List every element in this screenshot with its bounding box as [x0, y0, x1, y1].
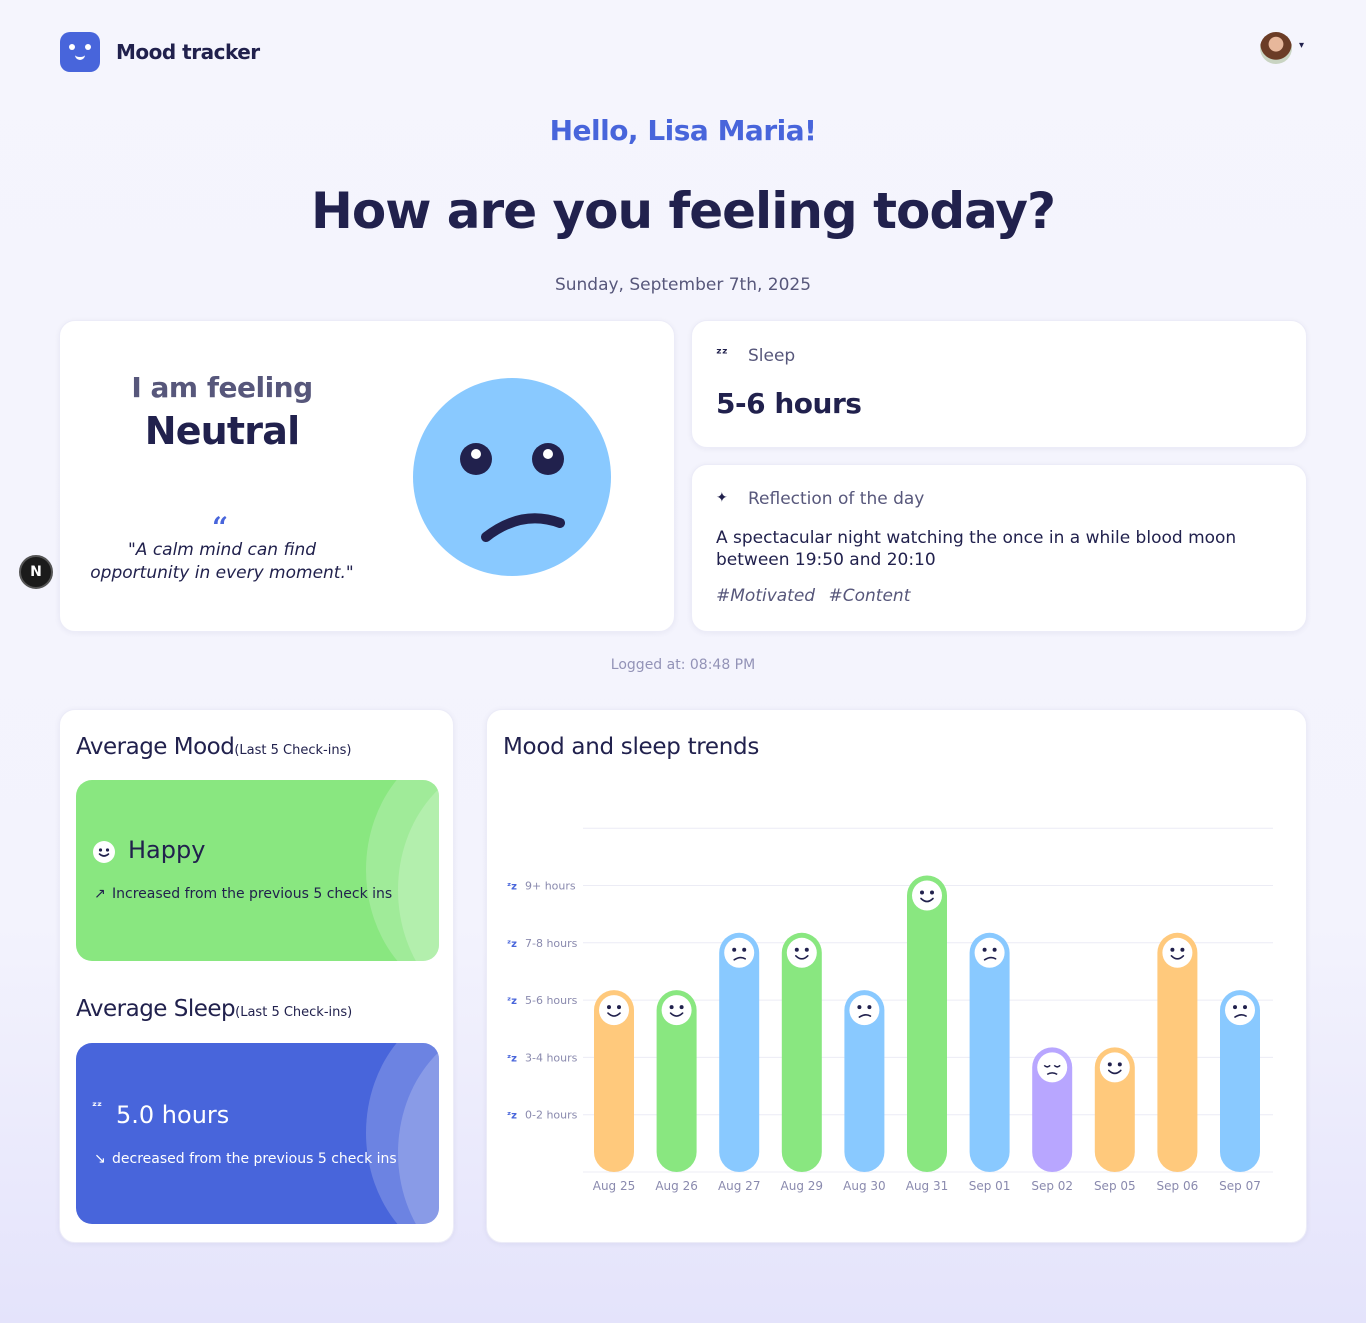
- face-eye: [679, 1005, 684, 1010]
- feeling-value: Neutral: [144, 409, 300, 453]
- average-mood-trend: ↗ Increased from the previous 5 check ins: [94, 886, 393, 902]
- y-tick-label: 9+ hours: [525, 880, 576, 893]
- app-title: Mood tracker: [116, 40, 260, 64]
- averages-card: Average Mood(Last 5 Check-ins) Happy ↗ In…: [59, 709, 454, 1243]
- bar-face-icon: [724, 937, 755, 968]
- tag: #Content: [828, 586, 911, 606]
- arrow-down-right-icon: ↘: [94, 1151, 106, 1167]
- tag: #Motivated: [716, 586, 816, 606]
- app-logo-icon[interactable]: [60, 32, 100, 72]
- face-eye: [1243, 1005, 1247, 1010]
- feeling-label: I am feeling: [131, 371, 313, 404]
- bar-face-icon: [661, 995, 692, 1026]
- bar-face-icon: [599, 995, 629, 1026]
- sleep-card: ᶻᶻ Sleep 5-6 hours: [691, 320, 1307, 448]
- x-tick-label: Aug 27: [718, 1179, 761, 1193]
- x-tick-label: Sep 01: [969, 1179, 1011, 1193]
- average-mood-value: Happy: [128, 836, 206, 864]
- y-axis-sleep-icon: ᶻz: [507, 1111, 517, 1122]
- bar-face-icon: [1162, 937, 1193, 968]
- sleep-icon: ᶻᶻ: [716, 346, 728, 362]
- bar-face-icon: [1225, 995, 1255, 1026]
- x-tick-label: Aug 29: [781, 1179, 824, 1193]
- face-eye: [920, 890, 924, 895]
- y-tick-label: 0-2 hours: [525, 1109, 578, 1122]
- x-tick-label: Aug 30: [843, 1179, 886, 1193]
- today-mood-card: I am feeling Neutral “ "A calm mind can …: [59, 320, 675, 632]
- face-eye: [1107, 1062, 1112, 1067]
- mood-sleep-trend-card: Mood and sleep trends ᶻz 0-2 hours ᶻz 3-4 h…: [486, 709, 1307, 1243]
- sleep-bar: [907, 875, 947, 1172]
- bar-face-icon: [1099, 1052, 1130, 1083]
- y-axis-sleep-icon: ᶻz: [507, 939, 517, 950]
- average-mood-box: Happy ↗ Increased from the previous 5 che…: [76, 780, 439, 961]
- face-eye: [742, 947, 747, 952]
- face-eye: [867, 1005, 872, 1010]
- x-tick-label: Aug 26: [655, 1179, 698, 1193]
- happy-face-icon: [93, 841, 115, 863]
- face-eye: [930, 890, 934, 895]
- x-tick-label: Sep 05: [1094, 1179, 1136, 1193]
- logged-time: Logged at: 08:48 PM: [610, 657, 756, 673]
- face-eye: [1117, 1062, 1122, 1067]
- sleep-bar: [969, 932, 1010, 1172]
- average-sleep-value: 5.0 hours: [116, 1101, 230, 1129]
- x-tick-label: Aug 25: [593, 1179, 636, 1193]
- face-eye: [607, 1005, 611, 1010]
- average-mood-title: Average Mood(Last 5 Check-ins): [76, 734, 352, 760]
- bar-face-icon: [786, 937, 817, 968]
- x-tick-label: Sep 06: [1157, 1179, 1199, 1193]
- y-axis-sleep-icon: ᶻz: [507, 1053, 517, 1064]
- page-title: How are you feeling today?: [311, 182, 1056, 240]
- reflection-card: ✦ Reflection of the day A spectacular ni…: [691, 464, 1307, 632]
- y-axis-sleep-icon: ᶻz: [507, 882, 517, 893]
- current-date: Sunday, September 7th, 2025: [554, 275, 812, 295]
- face-eye: [617, 1005, 621, 1010]
- bar-face-icon: [849, 995, 880, 1026]
- sleep-bar: [719, 932, 760, 1172]
- quote-text: "A calm mind can find opportunity in eve…: [90, 540, 354, 583]
- neutral-face-icon: [413, 378, 611, 576]
- reflection-tags: #Motivated #Content: [716, 586, 918, 606]
- face-eye: [1180, 947, 1185, 952]
- sleep-bar: [1157, 932, 1198, 1172]
- sparkle-icon: ✦: [716, 490, 728, 506]
- sleep-value: 5-6 hours: [716, 387, 862, 420]
- y-tick-label: 7-8 hours: [525, 937, 578, 950]
- average-sleep-trend: ↘ decreased from the previous 5 check ins: [94, 1151, 397, 1167]
- arrow-up-right-icon: ↗: [94, 886, 106, 902]
- sleep-label: Sleep: [748, 346, 796, 366]
- face-eye: [1170, 947, 1175, 952]
- dev-tools-badge[interactable]: N: [19, 555, 53, 589]
- y-axis-sleep-icon: ᶻz: [507, 996, 517, 1007]
- reflection-label: Reflection of the day: [748, 489, 925, 509]
- average-sleep-box: ᶻᶻ 5.0 hours ↘ decreased from the previou…: [76, 1043, 439, 1224]
- sleep-bar: [781, 932, 822, 1172]
- face-eye: [992, 947, 997, 952]
- y-tick-label: 3-4 hours: [525, 1051, 578, 1064]
- face-eye: [669, 1005, 674, 1010]
- header: Mood tracker ▾: [60, 32, 1306, 72]
- face-eye: [804, 947, 809, 952]
- x-tick-label: Aug 31: [906, 1179, 949, 1193]
- face-eye: [794, 947, 799, 952]
- face-eye: [982, 947, 987, 952]
- x-tick-label: Sep 07: [1219, 1179, 1261, 1193]
- bar-face-icon: [1037, 1052, 1068, 1083]
- greeting: Hello, Lisa Maria!: [549, 114, 817, 147]
- average-sleep-title: Average Sleep(Last 5 Check-ins): [76, 996, 353, 1022]
- sleep-icon: ᶻᶻ: [92, 1099, 103, 1113]
- x-tick-label: Sep 02: [1031, 1179, 1073, 1193]
- face-eye: [857, 1005, 862, 1010]
- bar-face-icon: [974, 937, 1005, 968]
- face-eye: [732, 947, 737, 952]
- avatar[interactable]: [1260, 32, 1292, 64]
- chevron-down-icon[interactable]: ▾: [1299, 40, 1304, 51]
- bar-face-icon: [912, 880, 942, 911]
- y-tick-label: 5-6 hours: [525, 994, 578, 1007]
- reflection-text: A spectacular night watching the once in…: [716, 528, 1237, 570]
- trend-chart: ᶻz 0-2 hours ᶻz 3-4 hours ᶻz 5-6 hours ᶻz 7-8 h…: [507, 827, 1273, 1193]
- face-eye: [1233, 1005, 1237, 1010]
